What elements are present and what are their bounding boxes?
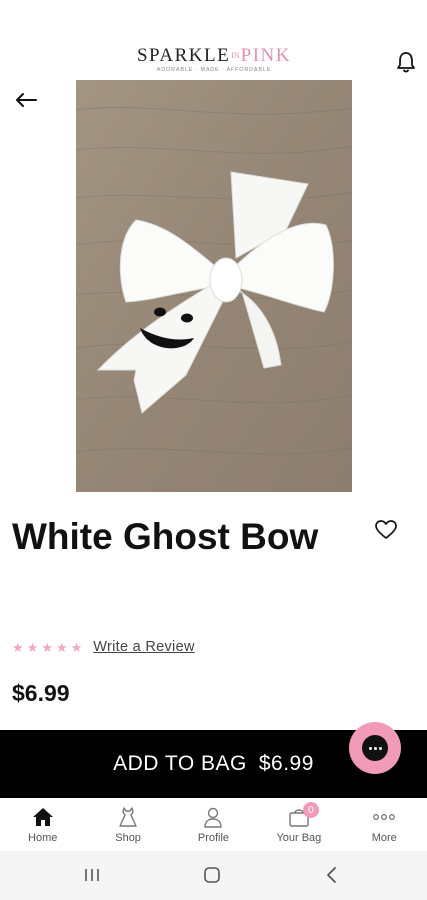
tab-label: Home [28, 832, 58, 844]
star-icon: ★ [55, 639, 68, 655]
tab-label: Your Bag [276, 832, 322, 844]
back-button[interactable] [12, 86, 40, 114]
bell-icon[interactable] [395, 50, 417, 74]
recent-apps-icon [85, 869, 99, 881]
dress-icon [116, 805, 140, 829]
add-to-bag-price: $6.99 [258, 752, 314, 775]
star-icon: ★ [41, 639, 53, 655]
chevron-left-icon [327, 867, 336, 883]
person-icon [201, 805, 225, 829]
star-icon: ★ [12, 639, 24, 655]
star-icon: ★ [26, 639, 39, 655]
brand-tagline: ADORABLE · MADE · AFFORDABLE [156, 67, 272, 73]
more-dots-icon [372, 805, 396, 829]
home-system-button[interactable] [200, 865, 224, 885]
app-header: SPARKLEINPINK ADORABLE · MADE · AFFORDAB… [0, 0, 427, 80]
product-title: White Ghost Bow [12, 516, 319, 557]
brand-logo[interactable]: SPARKLEINPINK ADORABLE · MADE · AFFORDAB… [133, 46, 295, 76]
home-square-icon [204, 867, 220, 883]
star-icon: ★ [70, 639, 83, 655]
bottom-tab-bar: Home Shop Profile 0 Your Bag More [0, 798, 427, 851]
tab-your-bag[interactable]: 0 Your Bag [256, 798, 341, 851]
chat-button[interactable] [349, 722, 401, 774]
tab-shop[interactable]: Shop [85, 798, 170, 851]
rating-row: ★ ★ ★ ★ ★ Write a Review [12, 637, 195, 657]
brand-logo-wordmark: SPARKLEINPINK [136, 45, 291, 66]
add-to-bag-label: ADD TO BAG [113, 752, 247, 775]
tab-profile[interactable]: Profile [171, 798, 256, 851]
bag-count-badge: 0 [302, 802, 319, 818]
system-nav-bar [0, 851, 427, 900]
tab-label: Shop [115, 832, 141, 844]
bag-icon: 0 [287, 802, 319, 829]
product-image[interactable] [76, 80, 352, 492]
tab-home[interactable]: Home [0, 798, 85, 851]
recent-apps-button[interactable] [80, 865, 104, 885]
back-system-button[interactable] [320, 865, 344, 885]
heart-icon[interactable] [374, 519, 398, 541]
arrow-left-icon [16, 93, 37, 107]
tab-label: Profile [197, 832, 230, 844]
write-review-link[interactable]: Write a Review [93, 639, 194, 655]
chat-bubble-icon [362, 735, 388, 761]
product-price: $6.99 [12, 680, 70, 706]
tab-more[interactable]: More [342, 798, 427, 851]
home-icon [31, 805, 55, 829]
tab-label: More [371, 832, 397, 844]
